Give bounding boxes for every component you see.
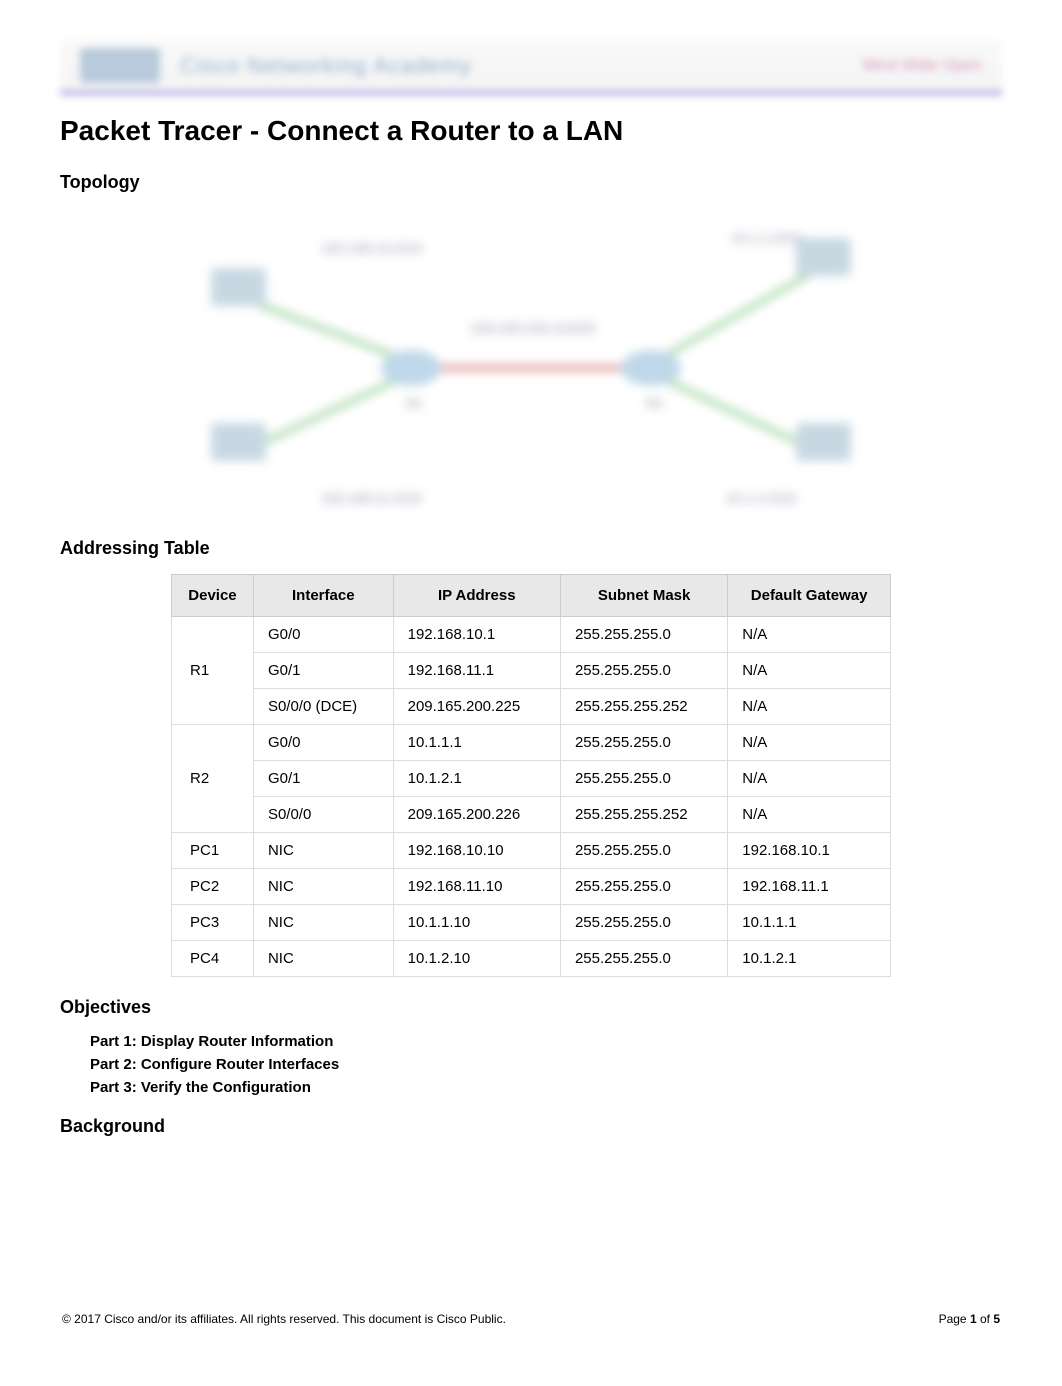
cell-mask: 255.255.255.252	[560, 689, 727, 725]
col-gateway: Default Gateway	[728, 575, 891, 617]
header-brand-text: Cisco Networking Academy	[180, 53, 472, 79]
cell-interface: G0/0	[253, 725, 393, 761]
cisco-logo	[80, 48, 160, 83]
cell-mask: 255.255.255.0	[560, 725, 727, 761]
topology-diagram: 192.168.10.0/24 10.1.1.0/24 209.165.200.…	[151, 208, 911, 518]
cell-gw: N/A	[728, 689, 891, 725]
cell-mask: 255.255.255.0	[560, 617, 727, 653]
cell-ip: 192.168.10.1	[393, 617, 560, 653]
objectives-list: Part 1: Display Router Information Part …	[60, 1033, 1002, 1096]
svg-text:192.168.10.0/24: 192.168.10.0/24	[321, 240, 422, 256]
table-row: G0/110.1.2.1255.255.255.0N/A	[172, 761, 891, 797]
objective-2: Part 2: Configure Router Interfaces	[90, 1056, 1002, 1073]
cell-mask: 255.255.255.0	[560, 941, 727, 977]
col-device: Device	[172, 575, 254, 617]
objective-1: Part 1: Display Router Information	[90, 1033, 1002, 1050]
cell-interface: NIC	[253, 869, 393, 905]
cell-ip: 10.1.2.1	[393, 761, 560, 797]
col-ip: IP Address	[393, 575, 560, 617]
table-row: R2G0/010.1.1.1255.255.255.0N/A	[172, 725, 891, 761]
cell-device: PC4	[172, 941, 254, 977]
cell-gw: N/A	[728, 725, 891, 761]
cell-gw: N/A	[728, 797, 891, 833]
cell-interface: G0/1	[253, 653, 393, 689]
cell-ip: 192.168.11.10	[393, 869, 560, 905]
table-row: S0/0/0209.165.200.226255.255.255.252N/A	[172, 797, 891, 833]
svg-text:10.1.1.0/24: 10.1.1.0/24	[731, 230, 801, 246]
cell-gw: 10.1.1.1	[728, 905, 891, 941]
cell-ip: 192.168.10.10	[393, 833, 560, 869]
cell-gw: 192.168.10.1	[728, 833, 891, 869]
objectives-heading: Objectives	[60, 997, 1002, 1018]
cell-device: R1	[172, 617, 254, 725]
cell-mask: 255.255.255.0	[560, 761, 727, 797]
col-mask: Subnet Mask	[560, 575, 727, 617]
cell-gw: 192.168.11.1	[728, 869, 891, 905]
cell-interface: NIC	[253, 833, 393, 869]
table-row: R1G0/0192.168.10.1255.255.255.0N/A	[172, 617, 891, 653]
objective-3: Part 3: Verify the Configuration	[90, 1079, 1002, 1096]
document-header: Cisco Networking Academy Mind Wide Open	[60, 40, 1002, 95]
cell-device: PC1	[172, 833, 254, 869]
table-row: PC2NIC192.168.11.10255.255.255.0192.168.…	[172, 869, 891, 905]
col-interface: Interface	[253, 575, 393, 617]
svg-text:R2: R2	[646, 396, 663, 411]
addressing-table: Device Interface IP Address Subnet Mask …	[171, 574, 891, 977]
table-row: PC3NIC10.1.1.10255.255.255.010.1.1.1	[172, 905, 891, 941]
cell-mask: 255.255.255.252	[560, 797, 727, 833]
background-heading: Background	[60, 1116, 1002, 1137]
cell-mask: 255.255.255.0	[560, 833, 727, 869]
svg-text:209.165.200.224/30: 209.165.200.224/30	[471, 320, 596, 336]
table-row: PC4NIC10.1.2.10255.255.255.010.1.2.1	[172, 941, 891, 977]
table-row: S0/0/0 (DCE)209.165.200.225255.255.255.2…	[172, 689, 891, 725]
cell-interface: NIC	[253, 941, 393, 977]
cell-ip: 209.165.200.226	[393, 797, 560, 833]
cell-interface: S0/0/0 (DCE)	[253, 689, 393, 725]
table-row: G0/1192.168.11.1255.255.255.0N/A	[172, 653, 891, 689]
footer-page-number: Page 1 of 5	[939, 1312, 1000, 1326]
svg-text:10.1.2.0/24: 10.1.2.0/24	[726, 490, 796, 506]
addressing-heading: Addressing Table	[60, 538, 1002, 559]
document-footer: © 2017 Cisco and/or its affiliates. All …	[60, 1312, 1002, 1326]
cell-mask: 255.255.255.0	[560, 653, 727, 689]
svg-text:R1: R1	[406, 396, 423, 411]
cell-gw: N/A	[728, 653, 891, 689]
cell-gw: N/A	[728, 617, 891, 653]
cell-interface: G0/0	[253, 617, 393, 653]
cell-device: R2	[172, 725, 254, 833]
cell-ip: 192.168.11.1	[393, 653, 560, 689]
cell-ip: 10.1.1.10	[393, 905, 560, 941]
cell-gw: 10.1.2.1	[728, 941, 891, 977]
table-row: PC1NIC192.168.10.10255.255.255.0192.168.…	[172, 833, 891, 869]
document-title: Packet Tracer - Connect a Router to a LA…	[60, 115, 1002, 147]
footer-copyright: © 2017 Cisco and/or its affiliates. All …	[62, 1312, 506, 1326]
topology-heading: Topology	[60, 172, 1002, 193]
header-right-text: Mind Wide Open	[863, 57, 982, 75]
cell-mask: 255.255.255.0	[560, 869, 727, 905]
cell-ip: 10.1.2.10	[393, 941, 560, 977]
cell-ip: 209.165.200.225	[393, 689, 560, 725]
cell-device: PC2	[172, 869, 254, 905]
cell-device: PC3	[172, 905, 254, 941]
cell-gw: N/A	[728, 761, 891, 797]
cell-interface: G0/1	[253, 761, 393, 797]
cell-mask: 255.255.255.0	[560, 905, 727, 941]
cell-interface: S0/0/0	[253, 797, 393, 833]
svg-text:192.168.11.0/24: 192.168.11.0/24	[321, 490, 421, 506]
addressing-table-body: R1G0/0192.168.10.1255.255.255.0N/AG0/119…	[172, 617, 891, 977]
cell-interface: NIC	[253, 905, 393, 941]
cell-ip: 10.1.1.1	[393, 725, 560, 761]
